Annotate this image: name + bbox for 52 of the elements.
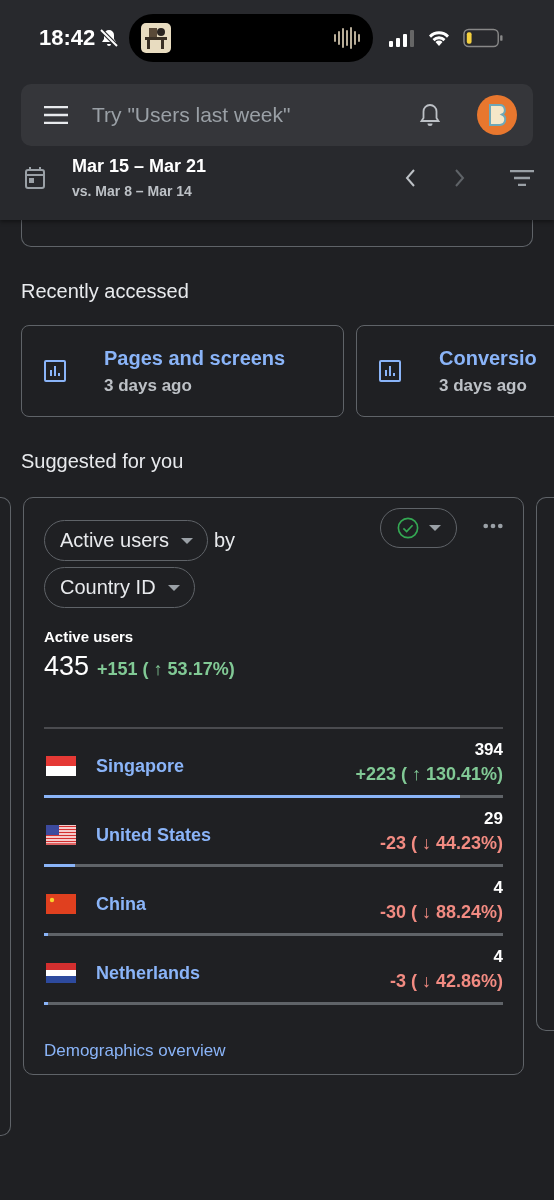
clock-time: 18:42 [39,25,96,51]
country-change: -30 ( ↓ 88.24%) [379,902,503,923]
demographics-link[interactable]: Demographics overview [44,1041,503,1061]
caret-icon [167,584,180,591]
report-card[interactable]: Pages and screens 3 days ago [21,325,344,417]
country-link[interactable]: Singapore [96,756,356,777]
comparison-range: vs. Mar 8 – Mar 14 [72,183,193,199]
country-value: 29 [484,809,503,829]
more-icon[interactable] [483,523,503,529]
country-link[interactable]: United States [96,825,380,846]
search-bar[interactable]: Try "Users last week" [21,84,533,146]
country-change: +223 ( ↑ 130.41%) [355,764,503,785]
country-value: 4 [493,947,503,967]
country-value: 394 [474,740,503,760]
filter-icon[interactable] [510,169,534,186]
country-link[interactable]: Netherlands [96,963,390,984]
section-title: Suggested for you [21,449,185,473]
by-label: by [213,529,236,552]
report-time: 3 days ago [439,375,528,396]
country-link[interactable]: China [96,894,380,915]
check-circle-icon [396,517,419,539]
flag-icon [46,825,76,845]
country-change: -3 ( ↓ 42.86%) [389,971,503,992]
metric-label: Active users [44,628,135,645]
flag-icon [46,756,76,776]
battery-icon [463,28,504,48]
report-card[interactable]: Conversio 3 days ago [356,325,554,417]
menu-icon[interactable] [44,106,68,124]
metric-change: +151 ( ↑ 53.17%) [97,659,235,680]
muted-bell-icon [99,28,120,48]
report-name: Pages and screens [104,346,286,370]
flag-icon [46,963,76,983]
caret-icon [180,537,193,544]
metric-total: 435 [44,651,90,682]
avatar-icon[interactable] [477,95,517,135]
report-time: 3 days ago [104,375,193,396]
date-range[interactable]: Mar 15 – Mar 21 [72,156,404,177]
section-title: Recently accessed [21,279,190,303]
signal-icon [389,29,416,47]
report-chart-icon [44,360,66,382]
calendar-icon[interactable] [25,166,45,189]
previous-icon[interactable] [404,167,416,188]
report-name: Conversio [439,346,537,370]
country-change: -23 ( ↓ 44.23%) [379,833,503,854]
flag-icon [46,894,76,914]
report-chart-icon [379,360,401,382]
wifi-icon [427,29,452,47]
country-value: 4 [493,878,503,898]
waveform-icon [333,26,362,50]
caret-icon [428,525,441,531]
notifications-bell-icon[interactable] [419,103,441,127]
search-field[interactable]: Try "Users last week" [90,102,419,128]
